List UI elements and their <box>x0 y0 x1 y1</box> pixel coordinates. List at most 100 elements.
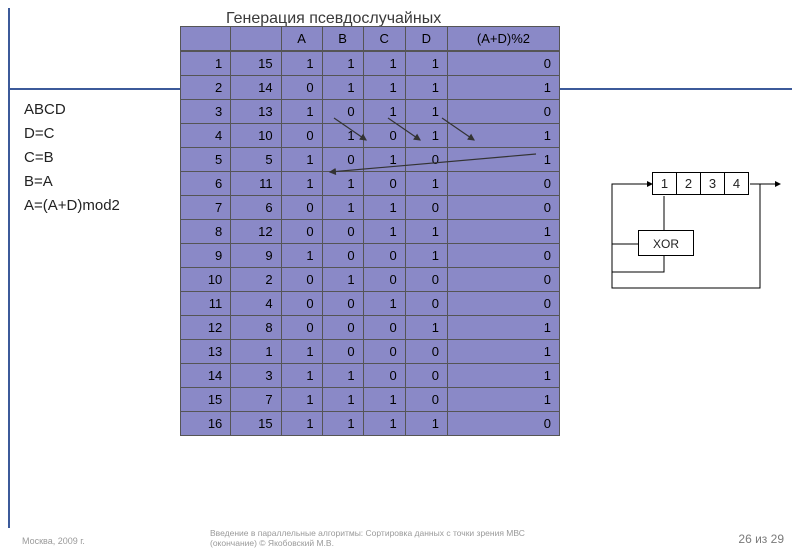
table-row: 31310110 <box>181 100 560 124</box>
footer-right: 26 из 29 <box>738 532 784 546</box>
table-cell: 1 <box>405 100 447 124</box>
table-cell: 0 <box>322 244 363 268</box>
table-cell: 0 <box>363 268 405 292</box>
table-cell: 12 <box>231 220 281 244</box>
table-cell: 0 <box>363 172 405 196</box>
table-cell: 0 <box>447 100 559 124</box>
table-cell: 1 <box>281 172 322 196</box>
table-cell: 16 <box>181 412 231 436</box>
table-cell: 0 <box>405 268 447 292</box>
formula-row: ABCD <box>24 98 120 122</box>
table-cell: 1 <box>281 51 322 76</box>
table-cell: 1 <box>281 100 322 124</box>
table-cell: 0 <box>363 316 405 340</box>
table-cell: 0 <box>281 196 322 220</box>
table-cell: 12 <box>181 316 231 340</box>
table-cell: 1 <box>447 148 559 172</box>
table-cell: 0 <box>405 388 447 412</box>
lfsr-schematic: 1 2 3 4 XOR <box>600 172 786 332</box>
table-cell: 1 <box>281 148 322 172</box>
table-cell: 1 <box>281 412 322 436</box>
table-row: 41001011 <box>181 124 560 148</box>
table-cell: 1 <box>447 364 559 388</box>
table-cell: 1 <box>322 196 363 220</box>
table-cell: 0 <box>322 148 363 172</box>
table-cell: 7 <box>231 388 281 412</box>
table-cell: 6 <box>181 172 231 196</box>
table-cell: 1 <box>447 316 559 340</box>
table-cell: 0 <box>405 340 447 364</box>
lfsr-wires-icon <box>600 172 786 332</box>
table-header: (A+D)%2 <box>447 27 559 52</box>
table-cell: 0 <box>447 244 559 268</box>
table-cell: 10 <box>181 268 231 292</box>
table-row: 15711101 <box>181 388 560 412</box>
table-row: 12800011 <box>181 316 560 340</box>
table-cell: 0 <box>405 364 447 388</box>
table-cell: 1 <box>322 124 363 148</box>
table-row: 10201000 <box>181 268 560 292</box>
table-cell: 15 <box>231 412 281 436</box>
table-header: C <box>363 27 405 52</box>
table-header: A <box>281 27 322 52</box>
page-current: 26 из <box>738 532 770 546</box>
table-cell: 1 <box>405 316 447 340</box>
table-row: 161511110 <box>181 412 560 436</box>
table-cell: 0 <box>447 51 559 76</box>
table-cell: 1 <box>322 172 363 196</box>
table-cell: 1 <box>322 412 363 436</box>
table-cell: 7 <box>181 196 231 220</box>
table-cell: 0 <box>447 292 559 316</box>
table-cell: 15 <box>231 51 281 76</box>
table-row: 81200111 <box>181 220 560 244</box>
table-cell: 13 <box>231 100 281 124</box>
table-cell: 0 <box>405 148 447 172</box>
table-row: 61111010 <box>181 172 560 196</box>
table-cell: 1 <box>363 100 405 124</box>
table-cell: 15 <box>181 388 231 412</box>
pseudo-table: ABCD(A+D)%211511110214011113131011041001… <box>180 26 560 436</box>
table-cell: 0 <box>405 292 447 316</box>
table-row: 21401111 <box>181 76 560 100</box>
table-cell: 0 <box>447 412 559 436</box>
table-cell: 0 <box>281 292 322 316</box>
table-cell: 0 <box>281 268 322 292</box>
table-row: 9910010 <box>181 244 560 268</box>
table-cell: 3 <box>181 100 231 124</box>
table-cell: 1 <box>231 340 281 364</box>
table-cell: 1 <box>363 292 405 316</box>
table-cell: 0 <box>322 100 363 124</box>
table-cell: 0 <box>281 220 322 244</box>
table-cell: 10 <box>231 124 281 148</box>
formula-row: B=A <box>24 170 120 194</box>
table-cell: 14 <box>181 364 231 388</box>
formula-block: ABCD D=C C=B B=A A=(A+D)mod2 <box>24 98 120 218</box>
table-cell: 0 <box>363 124 405 148</box>
table-header: B <box>322 27 363 52</box>
title-line1: Генерация псевдослучайных <box>226 10 441 27</box>
table-cell: 1 <box>447 220 559 244</box>
table-cell: 1 <box>322 51 363 76</box>
page-total: 29 <box>771 532 784 546</box>
table-cell: 3 <box>231 364 281 388</box>
table-cell: 0 <box>363 340 405 364</box>
table-cell: 1 <box>363 196 405 220</box>
table-cell: 4 <box>181 124 231 148</box>
table-cell: 0 <box>447 172 559 196</box>
table-cell: 2 <box>231 268 281 292</box>
table-header <box>231 27 281 52</box>
table-cell: 1 <box>405 244 447 268</box>
table-cell: 1 <box>363 51 405 76</box>
table-row: 11511110 <box>181 51 560 76</box>
table-cell: 11 <box>181 292 231 316</box>
table-cell: 1 <box>405 412 447 436</box>
table-cell: 0 <box>405 196 447 220</box>
table-cell: 0 <box>322 292 363 316</box>
table-cell: 1 <box>405 76 447 100</box>
table-cell: 1 <box>322 76 363 100</box>
table-cell: 8 <box>181 220 231 244</box>
table-cell: 0 <box>322 316 363 340</box>
table-header: D <box>405 27 447 52</box>
formula-row: D=C <box>24 122 120 146</box>
table-cell: 1 <box>363 388 405 412</box>
